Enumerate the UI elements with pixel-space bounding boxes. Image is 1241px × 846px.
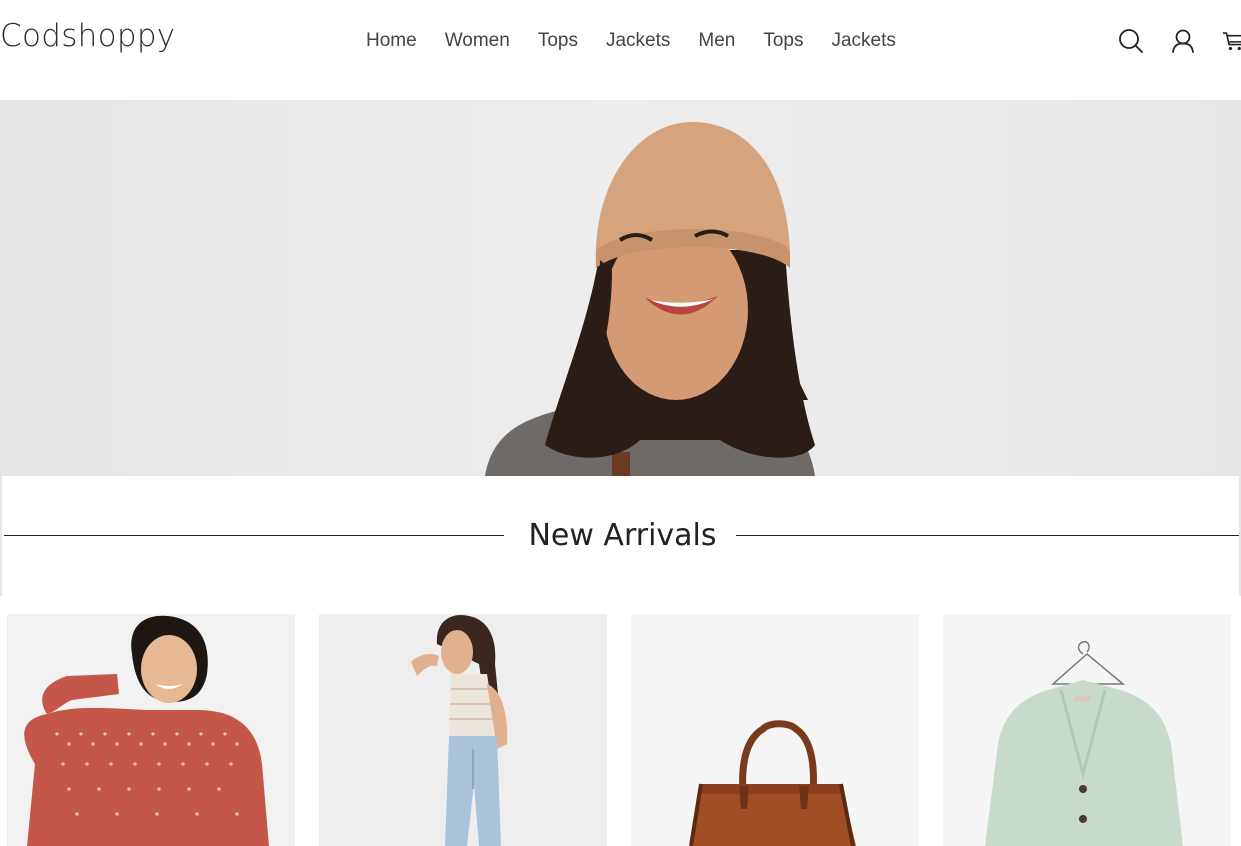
- header-icons: [1118, 28, 1241, 54]
- nav-item-home[interactable]: Home: [366, 28, 417, 54]
- nav-item-men-jackets[interactable]: Jackets: [831, 28, 895, 54]
- nav-item-men[interactable]: Men: [698, 28, 735, 54]
- nav-item-women-tops[interactable]: Tops: [538, 28, 578, 54]
- nav-item-women[interactable]: Women: [445, 28, 510, 54]
- cart-icon[interactable]: [1222, 28, 1241, 54]
- product-card-4[interactable]: [943, 614, 1231, 846]
- site-header: Codshoppy Home Women Tops Jackets Men To…: [0, 0, 1241, 100]
- product-image-leather-tote: [631, 614, 919, 846]
- brand-logo[interactable]: Codshoppy: [0, 18, 175, 54]
- nav-item-men-tops[interactable]: Tops: [763, 28, 803, 54]
- hero-banner[interactable]: [0, 100, 1241, 476]
- product-image-tank-jeans: [319, 614, 607, 846]
- divider-right: [736, 535, 1239, 536]
- product-card-3[interactable]: [631, 614, 919, 846]
- product-image-mint-cardigan: [943, 614, 1231, 846]
- product-image-red-sweater: [7, 614, 295, 846]
- user-icon[interactable]: [1170, 28, 1196, 54]
- product-card-2[interactable]: [319, 614, 607, 846]
- hero-woman-image: [0, 100, 1241, 476]
- search-icon[interactable]: [1118, 28, 1144, 54]
- new-arrivals-section: New Arrivals: [0, 476, 1241, 596]
- product-card-1[interactable]: [7, 614, 295, 846]
- main-nav: Home Women Tops Jackets Men Tops Jackets: [366, 28, 924, 54]
- nav-item-women-jackets[interactable]: Jackets: [606, 28, 670, 54]
- product-grid: [0, 614, 1241, 846]
